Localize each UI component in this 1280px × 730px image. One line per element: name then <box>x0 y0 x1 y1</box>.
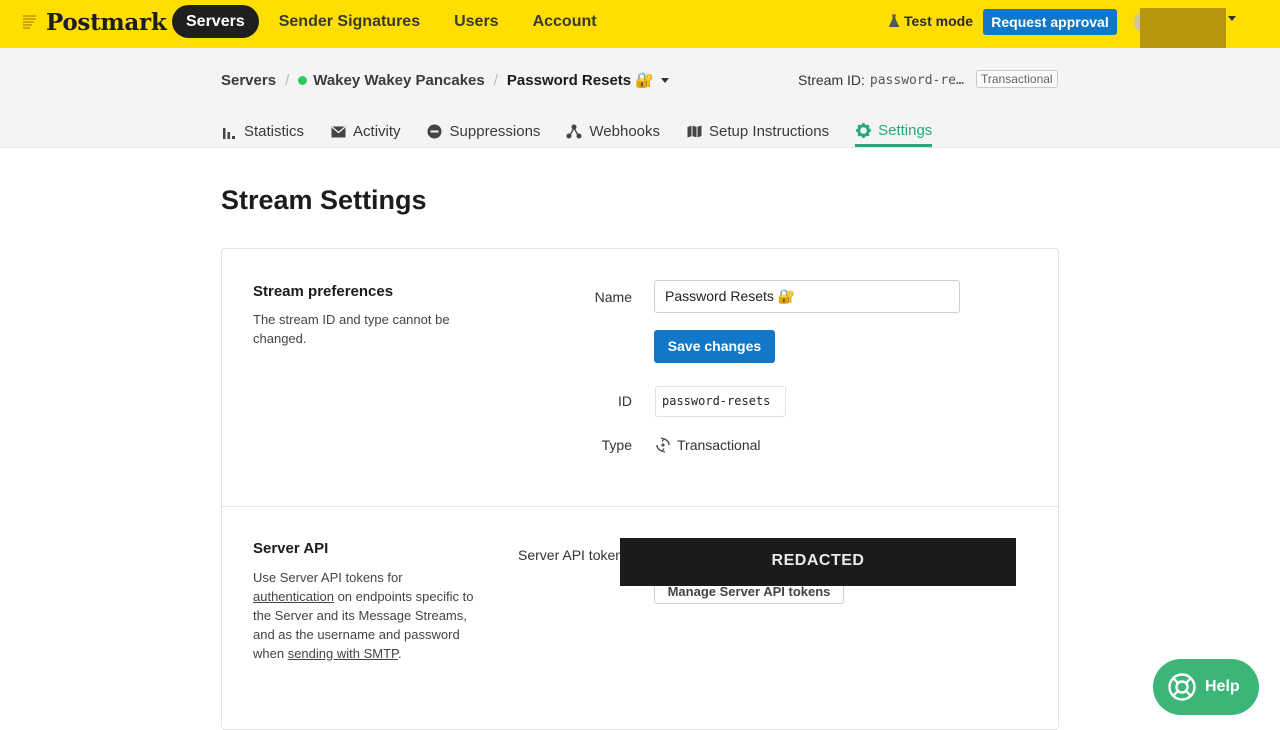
stream-id-field[interactable]: password-resets <box>655 386 786 417</box>
server-tabs: Statistics Activity Suppressions Webhook… <box>221 116 958 147</box>
postmark-logo[interactable]: Postmark <box>22 6 167 38</box>
stream-name-input[interactable]: Password Resets 🔐 <box>654 280 960 313</box>
stream-type-text: Transactional <box>677 437 761 453</box>
gear-icon <box>855 122 871 138</box>
breadcrumb-server[interactable]: Wakey Wakey Pancakes <box>313 72 485 89</box>
id-label: ID <box>618 393 632 409</box>
nav-sender-signatures[interactable]: Sender Signatures <box>265 5 434 38</box>
webhook-icon <box>566 124 582 140</box>
bar-chart-icon <box>221 124 237 140</box>
main-nav: Servers Sender Signatures Users Account <box>172 5 617 38</box>
server-api-description: Use Server API tokens for authentication… <box>253 568 475 663</box>
authentication-link[interactable]: authentication <box>253 589 334 604</box>
tab-label: Statistics <box>244 123 305 140</box>
tab-webhooks[interactable]: Webhooks <box>566 116 660 147</box>
name-label: Name <box>594 289 632 305</box>
server-api-desc-text: Use Server API tokens for <box>253 570 403 585</box>
nav-account[interactable]: Account <box>519 5 611 38</box>
request-approval-button[interactable]: Request approval <box>983 9 1117 35</box>
server-subheader: Servers / Wakey Wakey Pancakes / Passwor… <box>0 48 1280 148</box>
page-title: Stream Settings <box>221 185 427 215</box>
stream-preferences-title: Stream preferences <box>253 283 394 300</box>
save-changes-button[interactable]: Save changes <box>654 330 775 363</box>
server-api-tokens-label: Server API tokens <box>518 547 631 563</box>
postmark-logo-icon <box>23 15 36 29</box>
section-divider <box>222 506 1058 507</box>
server-status-dot <box>298 75 308 85</box>
tab-setup-instructions[interactable]: Setup Instructions <box>686 116 829 147</box>
stream-type-value: Transactional <box>655 437 761 453</box>
redacted-block: REDACTED <box>620 538 1016 586</box>
minus-circle-icon <box>427 124 443 140</box>
envelope-icon <box>330 124 346 140</box>
tab-label: Webhooks <box>589 123 661 140</box>
help-button[interactable]: Help <box>1153 659 1259 715</box>
breadcrumb-separator: / <box>493 71 498 89</box>
tab-label: Activity <box>353 123 401 140</box>
server-api-desc-text: . <box>398 646 402 661</box>
stream-id-value[interactable]: password-re… <box>870 73 964 88</box>
tab-label: Suppressions <box>449 123 541 140</box>
stream-switcher-chevron-icon[interactable] <box>660 77 669 83</box>
tab-label: Setup Instructions <box>709 123 830 140</box>
sending-with-smtp-link[interactable]: sending with SMTP <box>288 646 398 661</box>
stream-id-display: Stream ID: password-re… <box>798 72 964 88</box>
account-menu-chevron-icon[interactable] <box>1228 16 1236 21</box>
breadcrumb-separator: / <box>285 71 290 89</box>
test-mode-toggle[interactable]: Test mode <box>888 13 973 29</box>
breadcrumb-stream[interactable]: Password Resets 🔐 <box>507 71 654 89</box>
brand-name: Postmark <box>46 8 167 36</box>
stream-type-badge: Transactional <box>976 70 1058 88</box>
tab-statistics[interactable]: Statistics <box>221 116 304 147</box>
nav-users[interactable]: Users <box>440 5 512 38</box>
map-icon <box>686 124 702 140</box>
stream-id-label: Stream ID: <box>798 72 865 88</box>
flask-icon <box>888 14 900 27</box>
tab-activity[interactable]: Activity <box>330 116 401 147</box>
tab-settings[interactable]: Settings <box>855 116 933 147</box>
stream-preferences-description: The stream ID and type cannot be changed… <box>253 312 450 346</box>
nav-servers[interactable]: Servers <box>172 5 259 38</box>
breadcrumb-servers[interactable]: Servers <box>221 72 276 89</box>
help-label: Help <box>1205 678 1240 695</box>
breadcrumb: Servers / Wakey Wakey Pancakes / Passwor… <box>221 71 669 89</box>
tab-label: Settings <box>878 121 933 139</box>
lifebuoy-icon <box>1168 673 1196 701</box>
tab-suppressions[interactable]: Suppressions <box>427 116 541 147</box>
stream-settings-card: Stream preferences The stream ID and typ… <box>221 248 1059 730</box>
test-mode-label: Test mode <box>904 13 973 29</box>
type-label: Type <box>601 437 632 453</box>
transactional-icon <box>656 437 670 453</box>
server-api-title: Server API <box>253 540 329 557</box>
top-bar: Postmark Servers Sender Signatures Users… <box>0 0 1280 56</box>
